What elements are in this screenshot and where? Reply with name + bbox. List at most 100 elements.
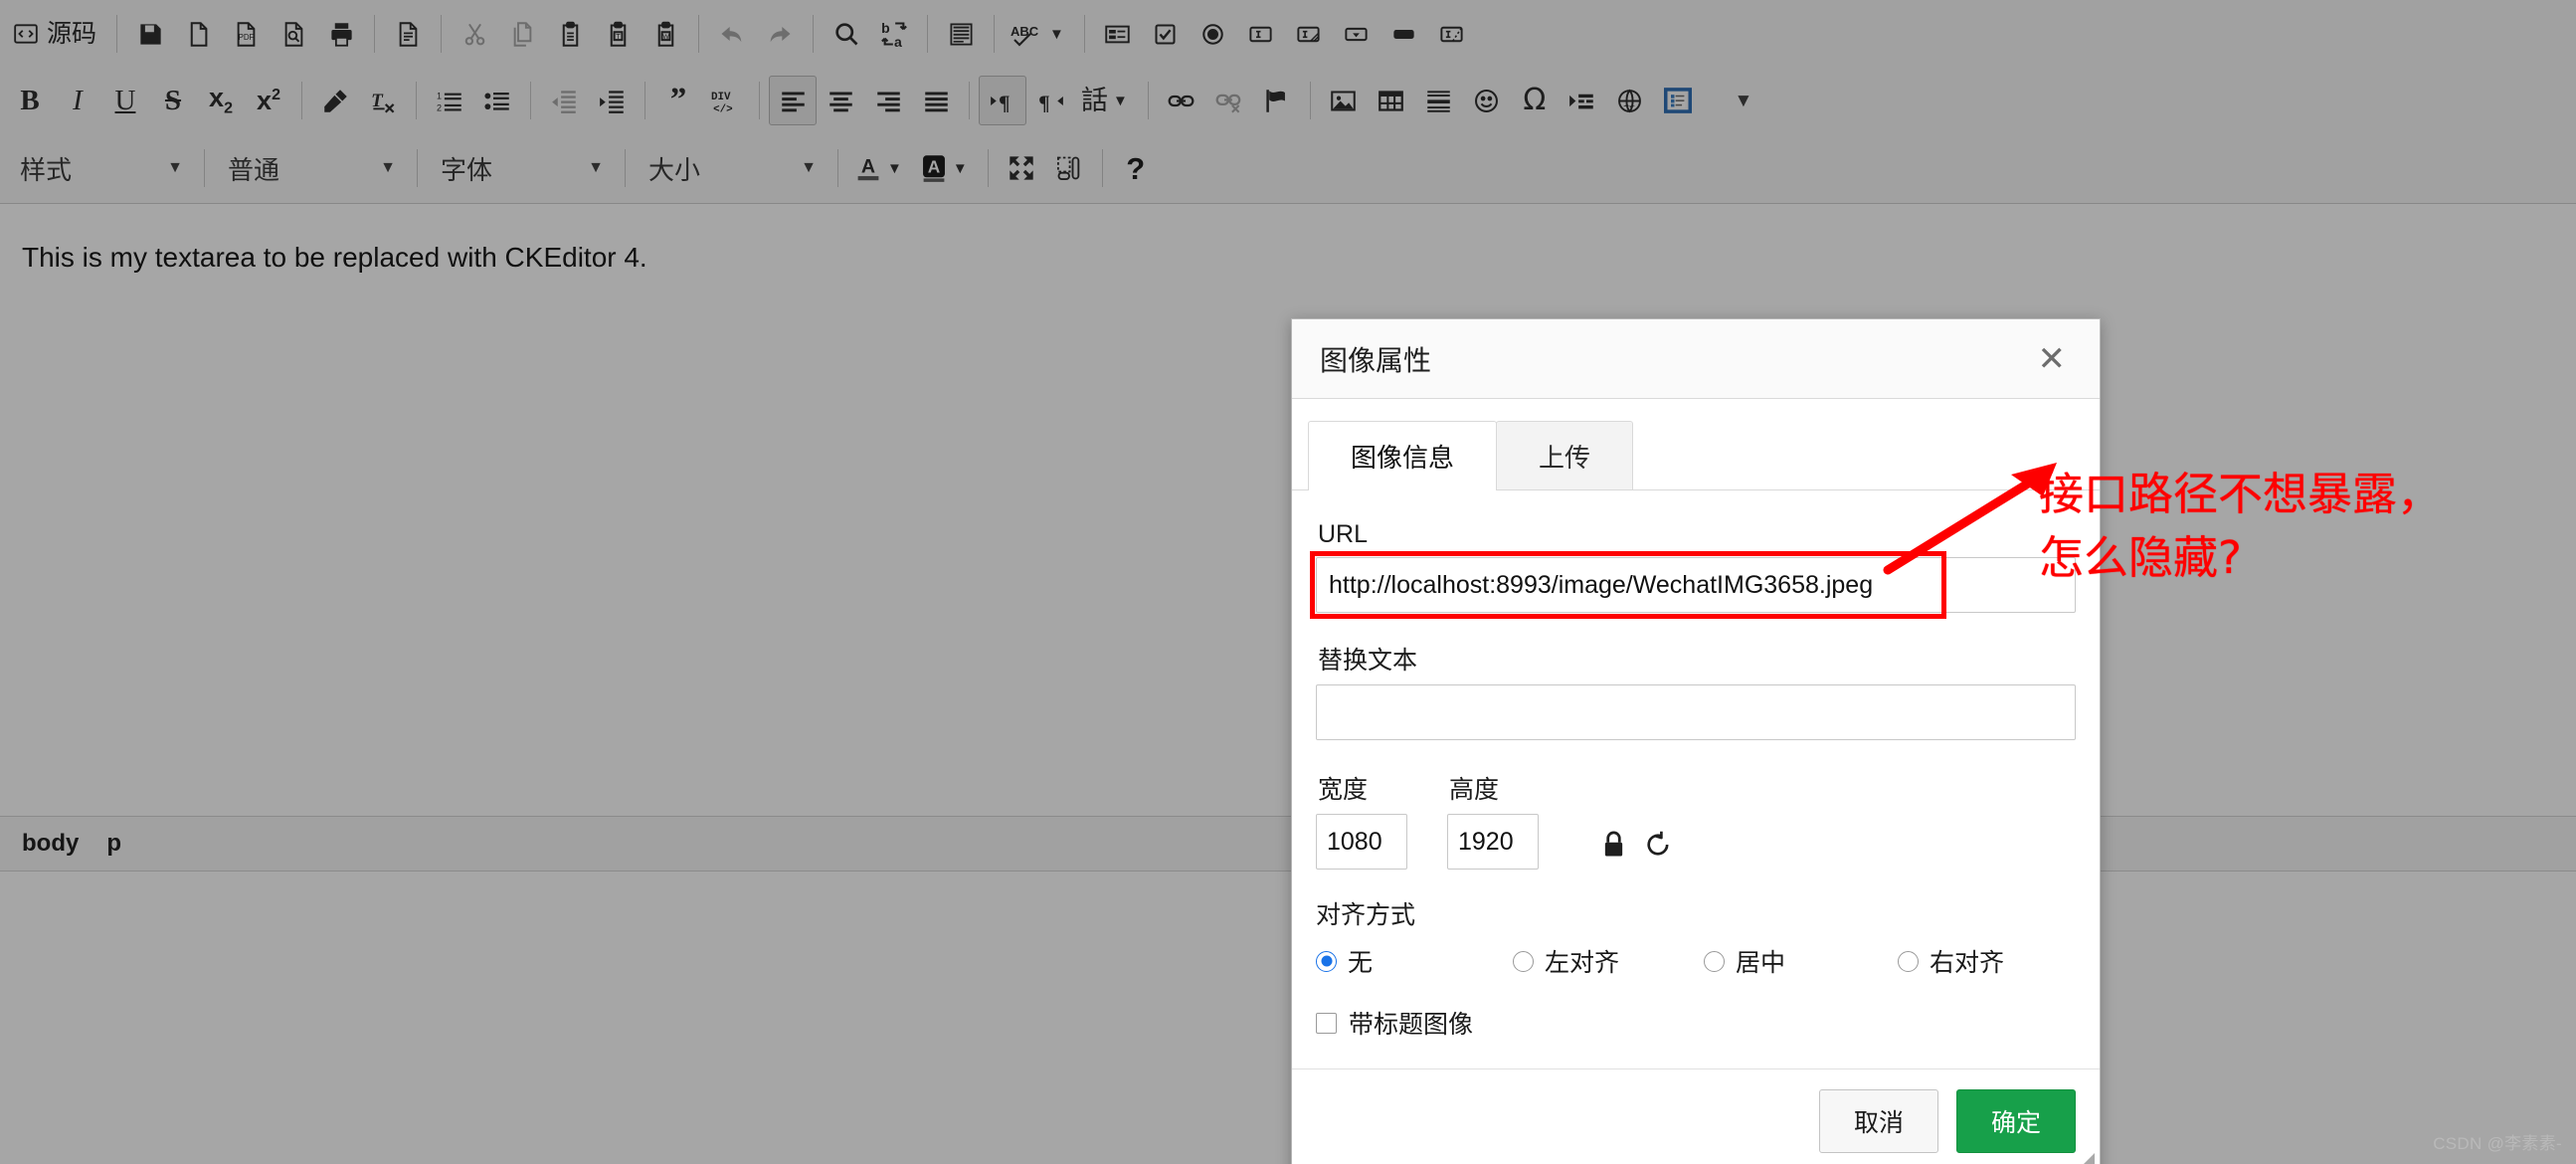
undo-icon[interactable] xyxy=(708,9,756,59)
separator xyxy=(927,15,929,53)
lock-ratio-icon[interactable] xyxy=(1600,830,1627,860)
replace-icon[interactable]: b a xyxy=(870,9,918,59)
copy-formatting-icon[interactable] xyxy=(311,76,359,125)
underline-icon[interactable]: U xyxy=(101,76,149,125)
url-input[interactable] xyxy=(1316,557,2076,613)
superscript-icon[interactable]: x2 xyxy=(245,76,292,125)
text-field-icon[interactable] xyxy=(1237,9,1285,59)
width-input[interactable] xyxy=(1316,814,1407,870)
spellchecker-icon[interactable]: ABC ▼ xyxy=(1004,9,1075,59)
increase-indent-icon[interactable] xyxy=(588,76,636,125)
powr-button[interactable] xyxy=(1702,76,1720,125)
height-input[interactable] xyxy=(1447,814,1539,870)
strikethrough-icon[interactable]: S xyxy=(149,76,197,125)
background-color-icon[interactable]: A ▼ xyxy=(913,143,979,193)
align-justify-icon[interactable] xyxy=(912,76,960,125)
alt-text-input[interactable] xyxy=(1316,684,2076,740)
button-icon[interactable] xyxy=(1380,9,1428,59)
paste-icon[interactable] xyxy=(546,9,594,59)
editor-content-area[interactable]: This is my textarea to be replaced with … xyxy=(0,204,2576,1164)
maximize-icon[interactable] xyxy=(998,143,1045,193)
copy-icon[interactable] xyxy=(498,9,546,59)
paste-from-word-icon[interactable]: W xyxy=(642,9,689,59)
anchor-icon[interactable] xyxy=(1253,76,1301,125)
captioned-image-checkbox[interactable]: 带标题图像 xyxy=(1316,1005,2076,1041)
link-icon[interactable] xyxy=(1158,76,1205,125)
ltr-icon[interactable]: ¶ xyxy=(979,76,1026,125)
find-icon[interactable] xyxy=(823,9,870,59)
toolbar-collapse-arrow[interactable]: ▼ xyxy=(1720,76,1767,125)
blockquote-icon[interactable]: ” xyxy=(654,76,702,125)
italic-icon[interactable]: I xyxy=(54,76,101,125)
font-size-dropdown[interactable]: 大小 ▼ xyxy=(635,144,828,192)
horizontal-rule-icon[interactable] xyxy=(1415,76,1463,125)
radio-dot-icon xyxy=(1316,950,1337,972)
align-left-icon[interactable] xyxy=(769,76,817,125)
cancel-button[interactable]: 取消 xyxy=(1818,1089,1938,1153)
path-item-p[interactable]: p xyxy=(92,826,135,862)
bulleted-list-icon[interactable] xyxy=(473,76,521,125)
radio-align-none[interactable]: 无 xyxy=(1316,943,1513,979)
tab-upload[interactable]: 上传 xyxy=(1496,421,1634,489)
textarea-icon[interactable] xyxy=(1285,9,1333,59)
subscript-icon[interactable]: x2 xyxy=(197,76,245,125)
reset-size-icon[interactable] xyxy=(1645,830,1672,860)
alt-text-field-group: 替换文本 xyxy=(1316,641,2076,740)
separator xyxy=(417,149,418,187)
select-field-icon[interactable] xyxy=(1333,9,1380,59)
styles-dropdown[interactable]: 样式 ▼ xyxy=(6,144,195,192)
text-color-icon[interactable]: A ▼ xyxy=(847,143,913,193)
table-icon[interactable] xyxy=(1368,76,1415,125)
create-div-icon[interactable]: DIV </> xyxy=(702,76,750,125)
path-item-body[interactable]: body xyxy=(8,826,92,862)
new-page-icon[interactable] xyxy=(174,9,222,59)
ok-button[interactable]: 确定 xyxy=(1955,1089,2076,1153)
format-value: 普通 xyxy=(228,154,280,185)
redo-icon[interactable] xyxy=(756,9,804,59)
select-all-icon[interactable] xyxy=(937,9,985,59)
source-glyph xyxy=(13,21,39,47)
special-char-icon[interactable]: Ω xyxy=(1511,76,1559,125)
print-icon[interactable] xyxy=(317,9,365,59)
radio-align-center[interactable]: 居中 xyxy=(1704,943,1898,979)
url-label: URL xyxy=(1318,520,1369,548)
language-icon[interactable]: 話 ▼ xyxy=(1074,76,1139,125)
decrease-indent-icon[interactable] xyxy=(540,76,588,125)
page-background-below-editor xyxy=(0,872,2576,1164)
align-center-icon[interactable] xyxy=(817,76,864,125)
iframe-icon[interactable] xyxy=(1606,76,1654,125)
smiley-icon[interactable] xyxy=(1463,76,1511,125)
paragraph-format-dropdown[interactable]: 普通 ▼ xyxy=(214,144,408,192)
unlink-icon[interactable] xyxy=(1205,76,1253,125)
svg-text:A: A xyxy=(861,156,875,178)
preview-icon[interactable] xyxy=(270,9,317,59)
numbered-list-icon[interactable]: 1 2 xyxy=(426,76,473,125)
powr-widget-icon[interactable] xyxy=(1654,76,1702,125)
save-icon[interactable] xyxy=(126,9,174,59)
form-icon[interactable] xyxy=(1094,9,1142,59)
templates-icon[interactable] xyxy=(384,9,432,59)
help-icon[interactable]: ? xyxy=(1112,143,1160,193)
document-paragraph[interactable]: This is my textarea to be replaced with … xyxy=(0,204,2576,274)
paste-text-icon[interactable]: T xyxy=(594,9,642,59)
source-icon[interactable]: 源码 xyxy=(6,9,107,59)
radio-align-right[interactable]: 右对齐 xyxy=(1898,943,2004,979)
radio-dot-icon xyxy=(1704,950,1725,972)
cut-icon[interactable] xyxy=(451,9,498,59)
font-dropdown[interactable]: 字体 ▼ xyxy=(427,144,616,192)
tab-image-info[interactable]: 图像信息 xyxy=(1308,421,1498,490)
close-icon[interactable]: ✕ xyxy=(2030,338,2075,380)
page-break-icon[interactable] xyxy=(1559,76,1606,125)
radio-align-left[interactable]: 左对齐 xyxy=(1513,943,1704,979)
image-icon[interactable] xyxy=(1320,76,1368,125)
radio-button-icon[interactable] xyxy=(1190,9,1237,59)
remove-format-icon[interactable]: T xyxy=(359,76,407,125)
align-right-icon[interactable] xyxy=(864,76,912,125)
rtl-icon[interactable]: ¶ xyxy=(1026,76,1074,125)
bold-icon[interactable]: B xyxy=(6,76,54,125)
export-pdf-icon[interactable]: PDF xyxy=(222,9,270,59)
show-blocks-icon[interactable] xyxy=(1045,143,1093,193)
dialog-resize-grip[interactable] xyxy=(2077,1153,2095,1164)
image-button-icon[interactable] xyxy=(1428,9,1476,59)
checkbox-icon[interactable] xyxy=(1142,9,1190,59)
